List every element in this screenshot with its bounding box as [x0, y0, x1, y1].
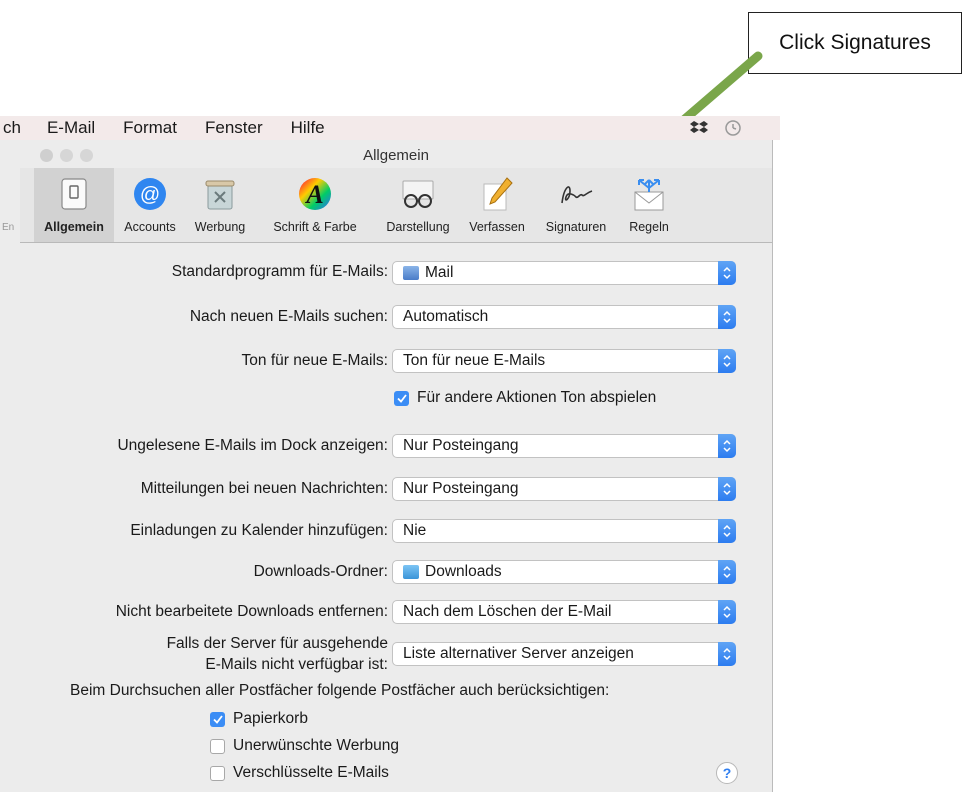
- preferences-window: Allgemein Allgemein @ Accounts Werbung A…: [20, 140, 773, 792]
- downloads-folder-select[interactable]: Downloads: [392, 560, 736, 584]
- encrypted-checkbox[interactable]: Verschlüsselte E-Mails: [210, 764, 389, 782]
- svg-text:@: @: [140, 184, 160, 206]
- notifications-select[interactable]: Nur Posteingang: [392, 477, 736, 501]
- select-value: Nie: [403, 522, 427, 539]
- tab-verfassen[interactable]: Verfassen: [460, 168, 534, 242]
- font-color-icon: A: [299, 178, 331, 210]
- rules-envelope-icon: [634, 179, 664, 211]
- default-mail-app-select[interactable]: Mail: [392, 261, 736, 285]
- label-check-new-mail: Nach neuen E-Mails suchen:: [189, 308, 388, 325]
- svg-text:A: A: [304, 180, 323, 209]
- menu-item-hilfe[interactable]: Hilfe: [291, 118, 325, 138]
- stepper-arrows-icon: [718, 349, 736, 373]
- check-new-mail-select[interactable]: Automatisch: [392, 305, 736, 329]
- play-sound-checkbox[interactable]: Für andere Aktionen Ton abspielen: [394, 389, 656, 407]
- menu-item-format[interactable]: Format: [123, 118, 177, 138]
- label-remove-downloads: Nicht bearbeitete Downloads entfernen:: [115, 603, 388, 620]
- calendar-invites-select[interactable]: Nie: [392, 519, 736, 543]
- tab-label: Werbung: [194, 220, 246, 234]
- menu-item-ch[interactable]: ch: [3, 118, 21, 138]
- label-line: Falls der Server für ausgehende: [166, 635, 388, 652]
- label-downloads-folder: Downloads-Ordner:: [253, 563, 388, 580]
- select-value: Nur Posteingang: [403, 437, 519, 454]
- checkbox-unchecked-icon: [210, 765, 225, 781]
- tab-label: Regeln: [629, 220, 669, 234]
- label-calendar-invites: Einladungen zu Kalender hinzufügen:: [130, 522, 388, 539]
- tab-werbung[interactable]: Werbung: [184, 168, 256, 242]
- remove-downloads-select[interactable]: Nach dem Löschen der E-Mail: [392, 600, 736, 624]
- label-outgoing-server: Falls der Server für ausgehende E-Mails …: [167, 633, 388, 675]
- callout-text: Click Signatures: [779, 31, 931, 54]
- stepper-arrows-icon: [718, 600, 736, 624]
- checkbox-label: Für andere Aktionen Ton abspielen: [417, 389, 657, 406]
- switch-icon: [61, 178, 87, 210]
- trash-icon: [205, 180, 235, 210]
- checkbox-unchecked-icon: [210, 738, 225, 754]
- stepper-arrows-icon: [718, 560, 736, 584]
- checkbox-checked-icon: [210, 711, 225, 727]
- tab-label: Accounts: [124, 220, 176, 234]
- tab-signaturen[interactable]: Signaturen: [536, 168, 616, 242]
- select-value: Ton für neue E-Mails: [403, 352, 546, 369]
- sidebar-fragment: En: [2, 222, 15, 233]
- tab-label: Schrift & Farbe: [273, 220, 357, 234]
- select-value: Liste alternativer Server anzeigen: [403, 645, 634, 662]
- stepper-arrows-icon: [718, 261, 736, 285]
- search-mailboxes-heading: Beim Durchsuchen aller Postfächer folgen…: [70, 682, 610, 699]
- callout-box: Click Signatures: [748, 12, 962, 74]
- at-icon: @: [134, 178, 166, 210]
- label-line: E-Mails nicht verfügbar ist:: [205, 656, 388, 673]
- background-window-strip: En: [0, 140, 21, 792]
- dropbox-icon[interactable]: [690, 120, 708, 136]
- window-title: Allgemein: [363, 147, 429, 164]
- checkbox-label: Unerwünschte Werbung: [233, 737, 399, 754]
- tab-allgemein[interactable]: Allgemein: [34, 168, 114, 242]
- tab-label: Verfassen: [469, 220, 525, 234]
- menu-item-fenster[interactable]: Fenster: [205, 118, 263, 138]
- checkbox-label: Papierkorb: [233, 710, 308, 727]
- tab-label: Darstellung: [386, 220, 450, 234]
- menu-extras: [690, 116, 744, 140]
- tab-label: Signaturen: [545, 220, 607, 234]
- stepper-arrows-icon: [718, 477, 736, 501]
- trash-checkbox[interactable]: Papierkorb: [210, 710, 308, 728]
- junk-checkbox[interactable]: Unerwünschte Werbung: [210, 737, 399, 755]
- signature-icon: [561, 186, 593, 204]
- general-settings-pane: Standardprogramm für E-Mails: Mail Nach …: [20, 243, 772, 792]
- tab-accounts[interactable]: @ Accounts: [116, 168, 184, 242]
- unread-dock-select[interactable]: Nur Posteingang: [392, 434, 736, 458]
- tab-regeln[interactable]: Regeln: [618, 168, 680, 242]
- stepper-arrows-icon: [718, 519, 736, 543]
- help-button[interactable]: ?: [716, 762, 738, 784]
- select-value: Downloads: [425, 563, 502, 580]
- label-new-mail-sound: Ton für neue E-Mails:: [241, 352, 388, 369]
- label-unread-dock: Ungelesene E-Mails im Dock anzeigen:: [117, 437, 388, 454]
- checkbox-checked-icon: [394, 390, 409, 406]
- label-notifications: Mitteilungen bei neuen Nachrichten:: [140, 480, 388, 497]
- mail-app-icon: [403, 266, 419, 280]
- label-default-mail-app: Standardprogramm für E-Mails:: [171, 263, 388, 280]
- folder-icon: [403, 565, 419, 579]
- menu-item-email[interactable]: E-Mail: [47, 118, 95, 138]
- stepper-arrows-icon: [718, 642, 736, 666]
- preferences-toolbar: Allgemein @ Accounts Werbung A Schrift &…: [20, 168, 772, 243]
- tab-label: Allgemein: [44, 220, 104, 234]
- select-value: Mail: [425, 264, 454, 281]
- pencil-icon: [483, 177, 513, 211]
- menu-bar: ch E-Mail Format Fenster Hilfe: [0, 116, 780, 140]
- time-machine-icon[interactable]: [722, 119, 744, 137]
- title-bar: Allgemein: [20, 140, 772, 168]
- tab-schrift-farbe[interactable]: A Schrift & Farbe: [256, 168, 374, 242]
- stepper-arrows-icon: [718, 305, 736, 329]
- select-value: Nur Posteingang: [403, 480, 519, 497]
- stepper-arrows-icon: [718, 434, 736, 458]
- outgoing-server-select[interactable]: Liste alternativer Server anzeigen: [392, 642, 736, 666]
- select-value: Automatisch: [403, 308, 489, 325]
- tab-darstellung[interactable]: Darstellung: [376, 168, 460, 242]
- new-mail-sound-select[interactable]: Ton für neue E-Mails: [392, 349, 736, 373]
- checkbox-label: Verschlüsselte E-Mails: [233, 764, 389, 781]
- glasses-icon: [402, 180, 434, 208]
- select-value: Nach dem Löschen der E-Mail: [403, 603, 612, 620]
